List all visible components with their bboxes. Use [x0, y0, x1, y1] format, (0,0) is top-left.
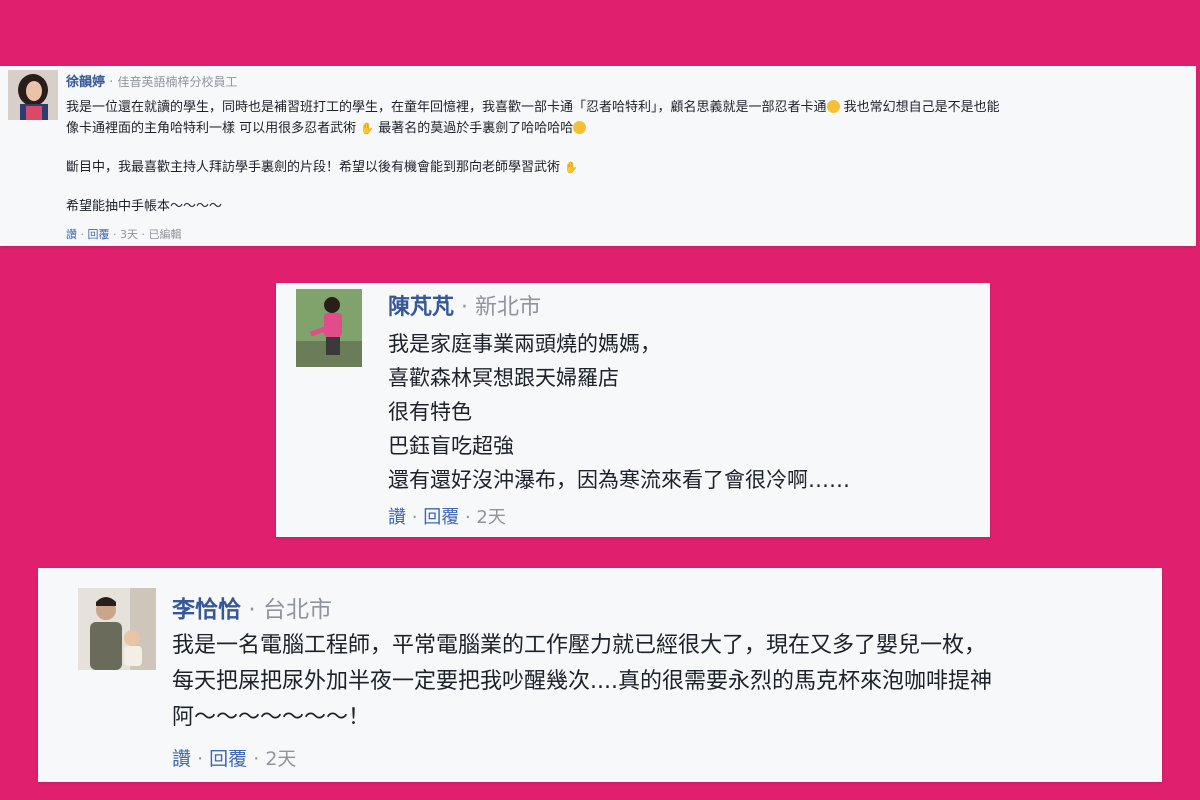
comment-actions: 讚 · 回覆 · 2天 — [172, 748, 297, 770]
comment-header: 陳芃芃 · 新北市 — [388, 289, 541, 321]
comment-line: 希望能抽中手帳本～～～～ — [66, 199, 223, 214]
reply-link[interactable]: 回覆 — [209, 748, 247, 770]
separator-dot: · — [248, 597, 256, 623]
avatar[interactable] — [296, 289, 362, 367]
commenter-affiliation: 佳音英語楠梓分校員工 — [117, 75, 238, 89]
like-link[interactable]: 讚 — [388, 507, 406, 528]
avatar-image — [78, 588, 156, 670]
comment-actions: 讚 · 回覆 · 3天 · 已編輯 — [66, 228, 182, 241]
comment-line: 阿～～～～～～～！ — [172, 705, 371, 730]
comment-body: 我是家庭事業兩頭燒的媽媽， 喜歡森林冥想跟天婦羅店 很有特色 巴鈺盲吃超強 還有… — [388, 327, 850, 497]
avatar[interactable] — [8, 70, 58, 120]
comment-actions: 讚 · 回覆 · 2天 — [388, 507, 506, 528]
comment-header: 徐韻婷 · 佳音英語楠梓分校員工 — [66, 71, 237, 90]
commenter-location: 新北市 — [475, 295, 542, 320]
comment-line: 還有還好沒沖瀑布，因為寒流來看了會很冷啊…… — [388, 468, 850, 492]
timestamp[interactable]: 2天 — [476, 507, 505, 528]
avatar-image — [296, 289, 362, 367]
comment-line: 我是一位還在就讀的學生，同時也是補習班打工的學生，在童年回憶裡，我喜歡一部卡通「… — [66, 100, 1000, 115]
reply-link[interactable]: 回覆 — [88, 228, 110, 241]
timestamp[interactable]: 3天 — [120, 228, 138, 241]
avatar[interactable] — [78, 588, 156, 670]
comment-line: 每天把屎把尿外加半夜一定要把我吵醒幾次....真的很需要永烈的馬克杯來泡咖啡提神 — [172, 669, 992, 694]
praying-hands-icon: ✋ — [564, 161, 578, 174]
separator-dot: · — [461, 295, 469, 320]
comment-header: 李恰恰 · 台北市 — [172, 590, 332, 624]
laughing-tears-emoji-icon — [573, 121, 587, 134]
comment-body: 我是一位還在就讀的學生，同時也是補習班打工的學生，在童年回憶裡，我喜歡一部卡通「… — [66, 97, 1000, 217]
comment-line: 斷目中，我最喜歡主持人拜訪學手裏劍的片段！希望以後有機會能到那向老師學習武術 ✋ — [66, 157, 1000, 178]
page: { "comments": [ { "name": "徐韻婷", "locati… — [0, 0, 1200, 800]
reply-link[interactable]: 回覆 — [423, 507, 459, 528]
comment-line: 很有特色 — [388, 400, 472, 424]
comment-card-2: 陳芃芃 · 新北市 我是家庭事業兩頭燒的媽媽， 喜歡森林冥想跟天婦羅店 很有特色… — [276, 283, 990, 537]
comment-body: 我是一名電腦工程師，平常電腦業的工作壓力就已經很大了，現在又多了嬰兒一枚， 每天… — [172, 628, 992, 736]
tongue-out-emoji-icon — [826, 100, 840, 113]
avatar-image — [8, 70, 58, 120]
like-link[interactable]: 讚 — [172, 748, 191, 770]
comment-line: 喜歡森林冥想跟天婦羅店 — [388, 366, 619, 390]
separator-dot: · — [109, 75, 114, 90]
commenter-name[interactable]: 徐韻婷 — [66, 75, 105, 90]
comment-line: 我是一名電腦工程師，平常電腦業的工作壓力就已經很大了，現在又多了嬰兒一枚， — [172, 633, 987, 658]
praying-hands-icon: ✋ — [360, 122, 375, 135]
comment-line: 像卡通裡面的主角哈特利一樣 可以用很多忍者武術 ✋ 最著名的莫過於手裏劍了哈哈哈… — [66, 118, 1000, 139]
comment-line: 巴鈺盲吃超強 — [388, 434, 514, 458]
like-link[interactable]: 讚 — [66, 228, 77, 241]
commenter-name[interactable]: 李恰恰 — [172, 597, 241, 623]
commenter-location: 台北市 — [262, 597, 332, 623]
commenter-name[interactable]: 陳芃芃 — [388, 295, 454, 320]
timestamp[interactable]: 2天 — [265, 748, 296, 770]
comment-card-3: 李恰恰 · 台北市 我是一名電腦工程師，平常電腦業的工作壓力就已經很大了，現在又… — [38, 568, 1162, 782]
comment-line: 我是家庭事業兩頭燒的媽媽， — [388, 332, 661, 356]
comment-card-1: 徐韻婷 · 佳音英語楠梓分校員工 我是一位還在就讀的學生，同時也是補習班打工的學… — [0, 66, 1196, 246]
edited-label[interactable]: 已編輯 — [149, 228, 182, 241]
